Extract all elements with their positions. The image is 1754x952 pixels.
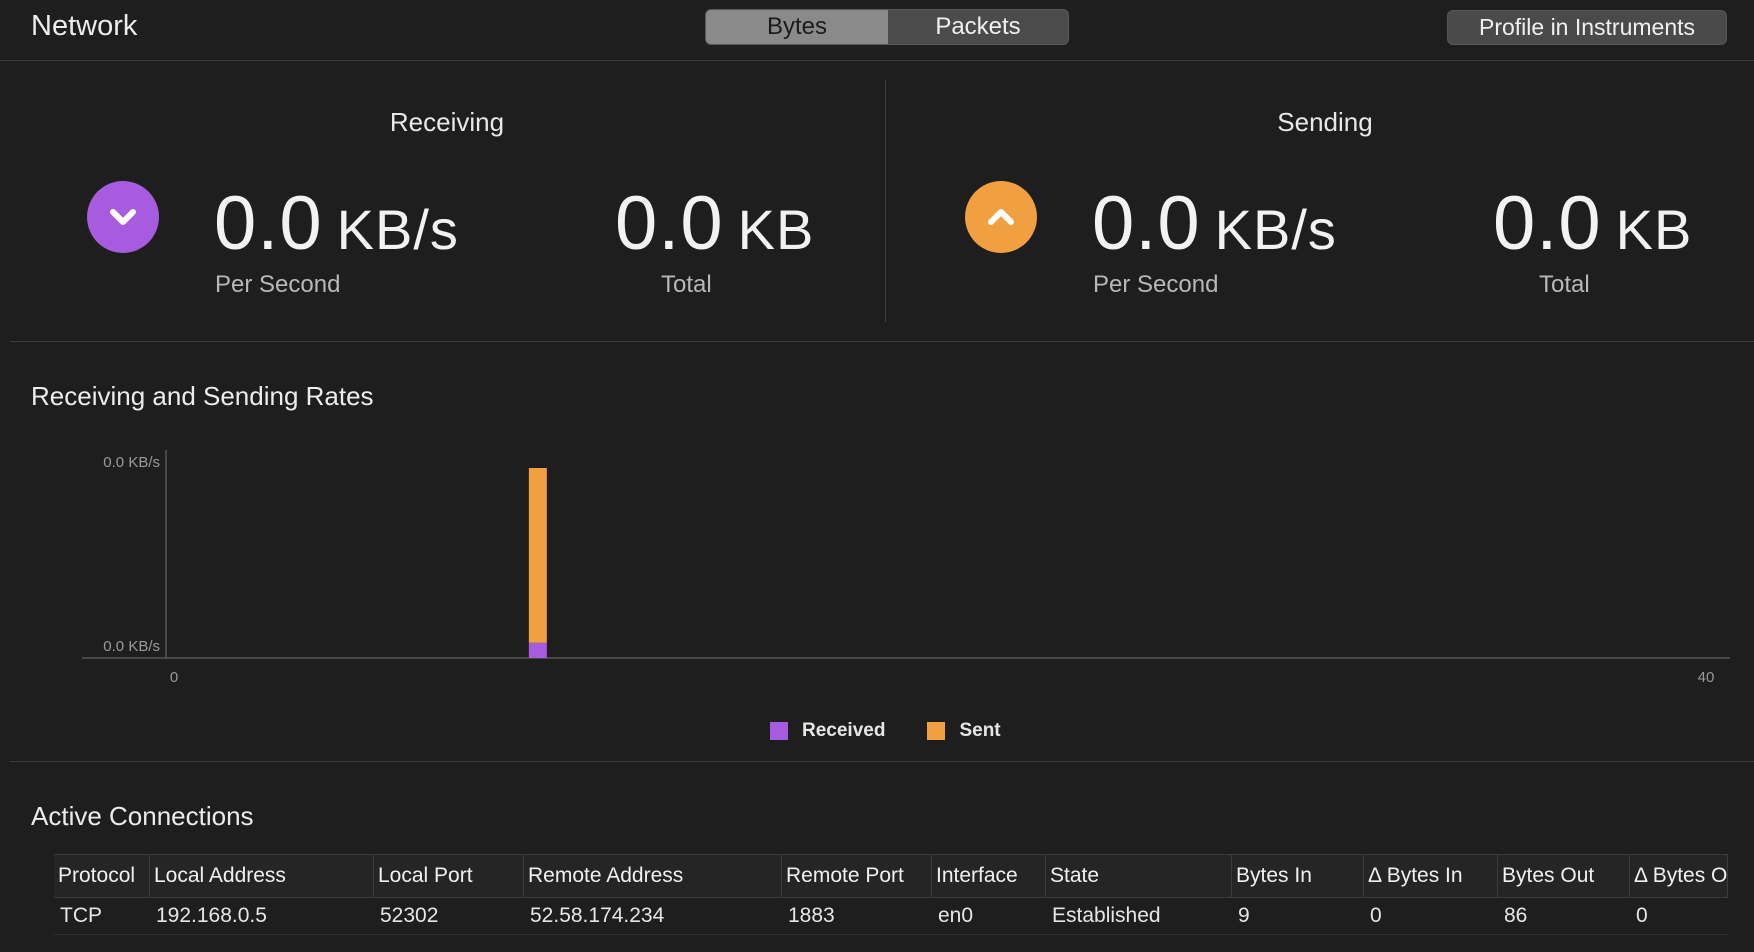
table-body: TCP 192.168.0.5 52302 52.58.174.234 1883 en0 E… bbox=[54, 898, 1728, 935]
legend-sent-swatch bbox=[927, 722, 946, 740]
y-tick-label: 0.0 KB/s bbox=[103, 638, 160, 655]
column-header[interactable]: Remote Port bbox=[782, 855, 932, 897]
column-header[interactable]: Remote Address bbox=[524, 855, 782, 897]
legend-sent: Sent bbox=[927, 720, 1001, 742]
bar-sent bbox=[528, 468, 547, 643]
table-header: Protocol Local Address Local Port Remote Ad… bbox=[54, 854, 1728, 898]
column-header[interactable]: Δ Bytes O bbox=[1630, 855, 1728, 897]
y-tick-label: 0.0 KB/s bbox=[103, 454, 160, 471]
table-cell: TCP bbox=[60, 904, 102, 927]
active-connections-title: Active Connections bbox=[31, 801, 254, 831]
table-cell: en0 bbox=[938, 904, 974, 927]
column-header[interactable]: State bbox=[1046, 855, 1232, 897]
column-header[interactable]: Interface bbox=[932, 855, 1046, 897]
table-cell: 192.168.0.5 bbox=[156, 904, 267, 927]
column-header[interactable]: Local Address bbox=[150, 855, 374, 897]
table-cell: 52.58.174.234 bbox=[530, 904, 665, 927]
table-cell: 9 bbox=[1238, 904, 1250, 927]
connections-table: Protocol Local Address Local Port Remote Ad… bbox=[54, 854, 1728, 935]
table-cell: 52302 bbox=[380, 904, 439, 927]
legend-received-swatch bbox=[770, 722, 788, 740]
table-cell: 1883 bbox=[788, 904, 835, 927]
table-cell: Established bbox=[1052, 904, 1161, 927]
column-header[interactable]: Bytes Out bbox=[1498, 855, 1630, 897]
legend-received-label: Received bbox=[802, 720, 886, 741]
column-header[interactable]: Local Port bbox=[374, 855, 524, 897]
table-cell: 0 bbox=[1370, 904, 1382, 927]
legend-received: Received bbox=[770, 720, 885, 742]
bar-received bbox=[528, 642, 547, 658]
legend-sent-label: Sent bbox=[959, 720, 1001, 741]
x-tick-label: 0 bbox=[170, 669, 178, 686]
table-row[interactable]: TCP 192.168.0.5 52302 52.58.174.234 1883 en0 E… bbox=[54, 898, 1728, 935]
column-header[interactable]: Bytes In bbox=[1232, 855, 1364, 897]
column-header[interactable]: Δ Bytes In bbox=[1364, 855, 1498, 897]
chart-legend: Received Sent bbox=[770, 720, 1001, 742]
x-tick-label: 40 bbox=[1698, 669, 1715, 686]
column-header[interactable]: Protocol bbox=[54, 855, 150, 897]
table-cell: 0 bbox=[1636, 904, 1648, 927]
table-cell: 86 bbox=[1504, 904, 1528, 927]
rates-chart: 0.0 KB/s 0.0 KB/s 0 40 bbox=[82, 450, 1730, 686]
